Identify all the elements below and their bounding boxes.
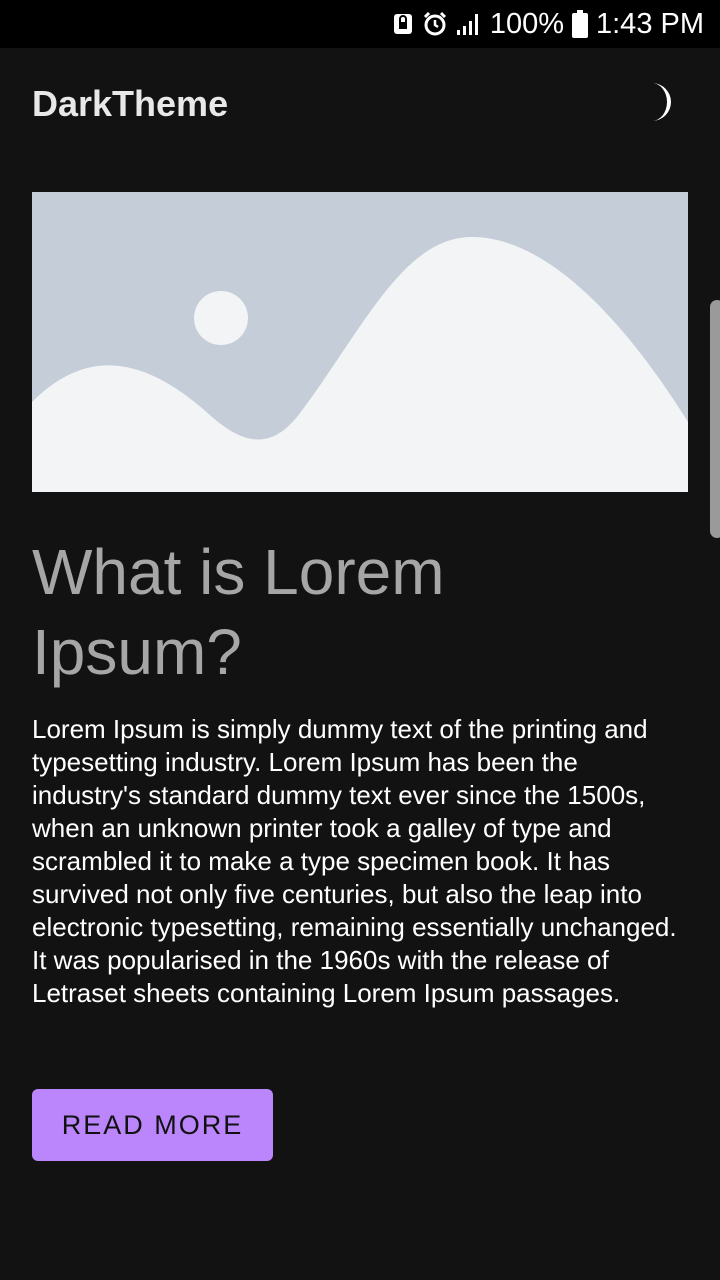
app-bar: DarkTheme bbox=[0, 48, 720, 160]
image-placeholder-icon bbox=[32, 192, 688, 492]
article-headline: What is Lorem Ipsum? bbox=[32, 536, 445, 688]
signal-icon bbox=[456, 12, 482, 36]
battery-percent: 100% bbox=[489, 7, 564, 40]
hero-image bbox=[32, 192, 688, 492]
clock: 1:43 PM bbox=[596, 7, 704, 40]
lock-status-icon bbox=[392, 12, 414, 36]
article-body: Lorem Ipsum is simply dummy text of the … bbox=[32, 714, 677, 1008]
status-bar: 100% 1:43 PM bbox=[0, 0, 720, 48]
app-title: DarkTheme bbox=[32, 83, 229, 124]
alarm-icon bbox=[422, 11, 448, 37]
scrollbar[interactable] bbox=[710, 300, 720, 538]
moon-icon bbox=[648, 81, 680, 128]
read-more-button[interactable]: READ MORE bbox=[32, 1089, 273, 1161]
theme-toggle-button[interactable] bbox=[640, 80, 688, 128]
battery-icon bbox=[572, 10, 588, 38]
